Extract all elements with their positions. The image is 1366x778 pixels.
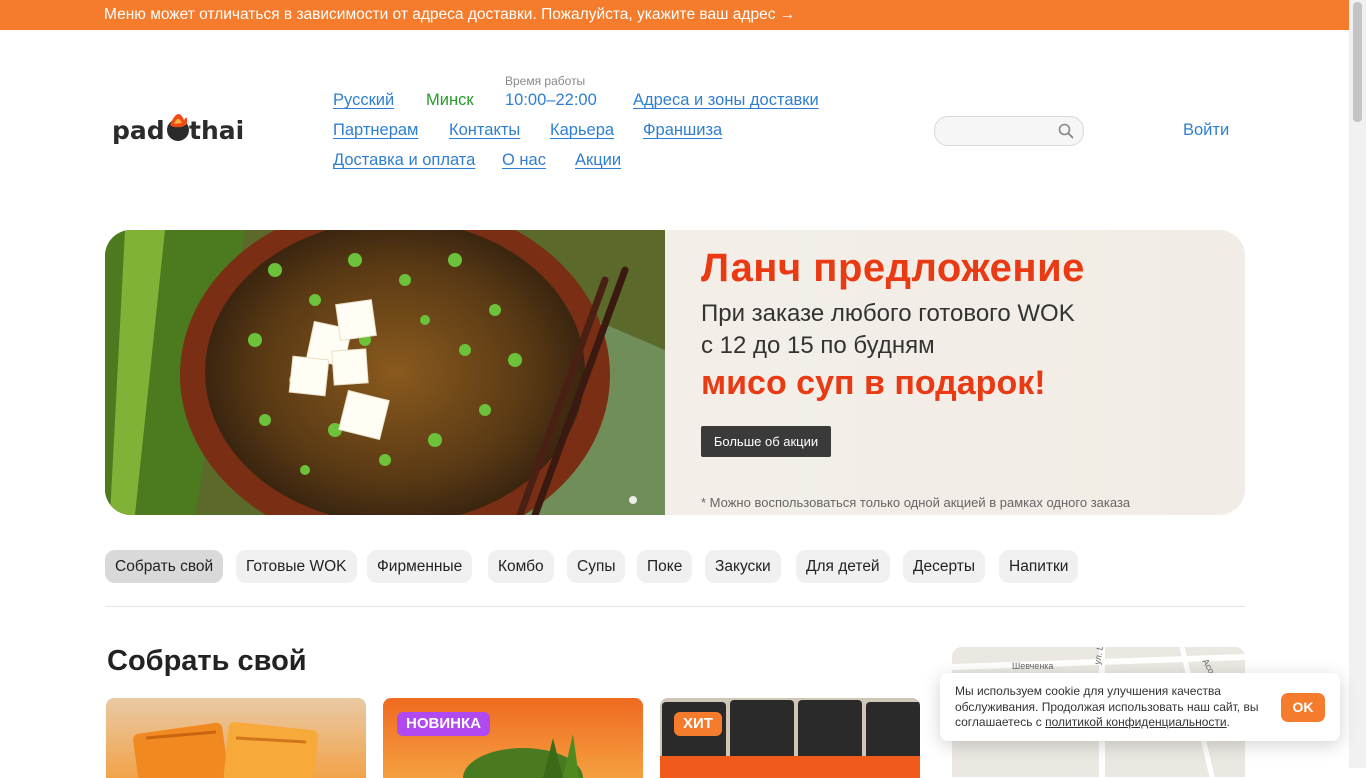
- miso-soup-image: [105, 230, 665, 515]
- svg-text:thai: thai: [189, 116, 244, 145]
- category-tab[interactable]: Собрать свой: [105, 550, 224, 583]
- product-card[interactable]: [106, 698, 366, 778]
- cookie-text-end: .: [1226, 715, 1230, 729]
- category-tab[interactable]: Закуски: [705, 550, 781, 583]
- branded-boxes-image: [660, 698, 920, 778]
- category-tab[interactable]: Комбо: [488, 550, 554, 583]
- product-card[interactable]: [660, 698, 920, 778]
- cookie-notice: Мы используем cookie для улучшения качес…: [940, 673, 1340, 741]
- map-label: Шевченка: [1012, 661, 1053, 671]
- promotions-link[interactable]: Акции: [575, 151, 621, 170]
- product-card[interactable]: [383, 698, 643, 778]
- scrollbar-thumb[interactable]: [1353, 2, 1362, 122]
- city-select[interactable]: Минск: [426, 91, 474, 110]
- noodle-box-image: [133, 722, 319, 778]
- category-tab[interactable]: Готовые WOK: [236, 550, 357, 583]
- working-hours: 10:00–22:00: [505, 91, 597, 109]
- delivery-payment-link[interactable]: Доставка и оплата: [333, 151, 475, 170]
- delivery-address-text[interactable]: Меню может отличаться в зависимости от а…: [104, 6, 795, 24]
- promo-line-2: с 12 до 15 по будням: [701, 332, 935, 359]
- category-tab[interactable]: Для детей: [796, 550, 890, 583]
- section-title: Собрать свой: [107, 645, 307, 677]
- divider: [105, 606, 1245, 607]
- category-tab[interactable]: Фирменные: [367, 550, 473, 583]
- promo-banner[interactable]: Ланч предложение При заказе любого готов…: [105, 230, 1245, 515]
- new-badge: НОВИНКА: [397, 712, 490, 736]
- search-input[interactable]: [934, 116, 1084, 146]
- dish-image: [463, 734, 583, 778]
- promo-title: Ланч предложение: [701, 246, 1085, 290]
- hit-badge: ХИТ: [674, 712, 722, 736]
- about-link[interactable]: О нас: [502, 151, 546, 170]
- hours-label: Время работы: [505, 74, 586, 88]
- promo-details-button[interactable]: Больше об акции: [701, 426, 831, 457]
- delivery-zones-link[interactable]: Адреса и зоны доставки: [633, 91, 819, 110]
- svg-text:pad: pad: [112, 116, 165, 145]
- scrollbar[interactable]: [1349, 0, 1366, 768]
- cookie-ok-button[interactable]: OK: [1281, 693, 1325, 722]
- promo-gift: мисо суп в подарок!: [701, 364, 1046, 402]
- padthai-logo[interactable]: pad thai: [112, 108, 252, 148]
- login-link[interactable]: Войти: [1183, 121, 1229, 140]
- cookie-text: Мы используем cookie для улучшения качес…: [955, 684, 1273, 731]
- promo-line-1: При заказе любого готового WOK: [701, 300, 1075, 327]
- privacy-policy-link[interactable]: политикой конфиденциальности: [1045, 715, 1226, 729]
- contacts-link[interactable]: Контакты: [449, 121, 520, 140]
- franchise-link[interactable]: Франшиза: [643, 121, 722, 140]
- category-tab[interactable]: Десерты: [903, 550, 986, 583]
- career-link[interactable]: Карьера: [550, 121, 614, 140]
- carousel-dot[interactable]: [629, 496, 637, 504]
- category-tab[interactable]: Напитки: [999, 550, 1079, 583]
- search-icon[interactable]: [1058, 123, 1074, 139]
- language-link[interactable]: Русский: [333, 91, 394, 110]
- promo-note: * Можно воспользоваться только одной акц…: [701, 495, 1131, 510]
- delivery-address-banner[interactable]: Меню может отличаться в зависимости от а…: [0, 0, 1349, 30]
- category-tab[interactable]: Супы: [567, 550, 626, 583]
- partners-link[interactable]: Партнерам: [333, 121, 418, 140]
- category-tab[interactable]: Поке: [637, 550, 693, 583]
